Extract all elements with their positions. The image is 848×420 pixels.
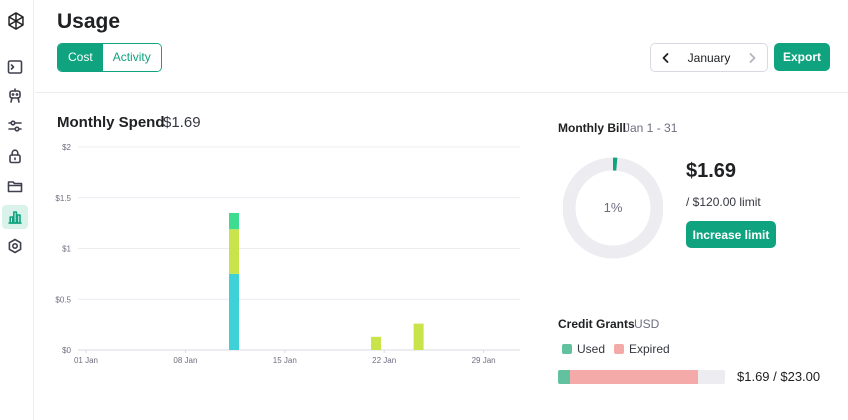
bar-segment bbox=[229, 273, 239, 350]
assistant-icon bbox=[9, 88, 21, 103]
tab-activity[interactable]: Activity bbox=[102, 44, 161, 71]
lock-icon bbox=[9, 149, 21, 164]
legend-used-label: Used bbox=[577, 342, 606, 356]
chevron-left-icon bbox=[662, 52, 669, 63]
increase-limit-button[interactable]: Increase limit bbox=[686, 221, 776, 248]
legend-expired-label: Expired bbox=[629, 342, 670, 356]
month-label: January bbox=[687, 50, 731, 65]
sidebar-item-assistants[interactable] bbox=[6, 87, 24, 105]
chevron-right-icon bbox=[749, 52, 756, 63]
bar-segment bbox=[229, 212, 239, 230]
view-toggle: Cost Activity bbox=[57, 43, 162, 72]
sidebar-item-api-keys[interactable] bbox=[6, 147, 24, 165]
previous-month-button[interactable] bbox=[659, 51, 673, 65]
spend-chart-svg: $0 $0.5 $1 $1.5 $2 01 Jan 08 Jan 15 Jan 22 Jan 29… bbox=[55, 143, 520, 365]
legend-used-swatch bbox=[562, 344, 572, 354]
legend-expired-swatch bbox=[614, 344, 624, 354]
bill-amount: $1.69 bbox=[686, 160, 737, 182]
x-tick-label: 08 Jan bbox=[173, 356, 197, 365]
x-tick-label: 22 Jan bbox=[372, 356, 396, 365]
gear-icon bbox=[8, 238, 22, 254]
next-month-button[interactable] bbox=[745, 51, 759, 65]
usage-chart-icon bbox=[8, 211, 22, 224]
y-tick-label: $0.5 bbox=[55, 295, 71, 304]
monthly-spend-chart: $0 $0.5 $1 $1.5 $2 01 Jan 08 Jan 15 Jan 22 Jan 29… bbox=[40, 138, 530, 370]
credit-grants-title: Credit Grants bbox=[558, 317, 635, 331]
month-picker: January bbox=[650, 43, 768, 72]
monthly-spend-title: Monthly Spend bbox=[57, 114, 165, 131]
credit-usage-bar bbox=[558, 370, 725, 384]
y-tick-label: $1 bbox=[62, 245, 71, 254]
folder-icon bbox=[7, 181, 23, 193]
y-tick-label: $0 bbox=[62, 346, 71, 355]
tab-cost[interactable]: Cost bbox=[58, 44, 103, 71]
credit-grants-currency: USD bbox=[634, 317, 660, 331]
sidebar-item-usage[interactable] bbox=[2, 205, 28, 229]
credit-used-segment bbox=[558, 370, 570, 384]
page-title: Usage bbox=[57, 10, 121, 33]
y-tick-label: $2 bbox=[62, 143, 71, 152]
monthly-bill-range: Jan 1 - 31 bbox=[624, 121, 678, 135]
legend-used: Used bbox=[562, 342, 605, 356]
header-divider bbox=[35, 92, 848, 93]
openai-logo-icon[interactable] bbox=[5, 10, 27, 32]
bill-percent-label: 1% bbox=[603, 200, 623, 215]
credit-expired-segment bbox=[569, 370, 699, 384]
sidebar-item-playground[interactable] bbox=[6, 58, 24, 76]
tune-icon bbox=[8, 120, 22, 132]
monthly-spend-amount: $1.69 bbox=[163, 114, 201, 131]
bill-limit: / $120.00 limit bbox=[686, 195, 761, 209]
monthly-bill-title: Monthly Bill bbox=[558, 121, 626, 135]
x-tick-label: 01 Jan bbox=[74, 356, 98, 365]
x-tick-label: 29 Jan bbox=[472, 356, 496, 365]
terminal-icon bbox=[7, 60, 23, 74]
sidebar-item-files[interactable] bbox=[6, 177, 24, 195]
legend-expired: Expired bbox=[614, 342, 670, 356]
x-tick-label: 15 Jan bbox=[273, 356, 297, 365]
export-button[interactable]: Export bbox=[774, 43, 830, 71]
bar-segment bbox=[371, 336, 381, 350]
sidebar-item-fine-tuning[interactable] bbox=[6, 117, 24, 135]
credit-total: $1.69 / $23.00 bbox=[737, 369, 821, 384]
sidebar bbox=[0, 0, 34, 420]
bar-segment bbox=[229, 229, 239, 274]
sidebar-item-settings[interactable] bbox=[6, 237, 24, 255]
y-tick-label: $1.5 bbox=[55, 194, 71, 203]
bar-segment bbox=[413, 323, 424, 350]
